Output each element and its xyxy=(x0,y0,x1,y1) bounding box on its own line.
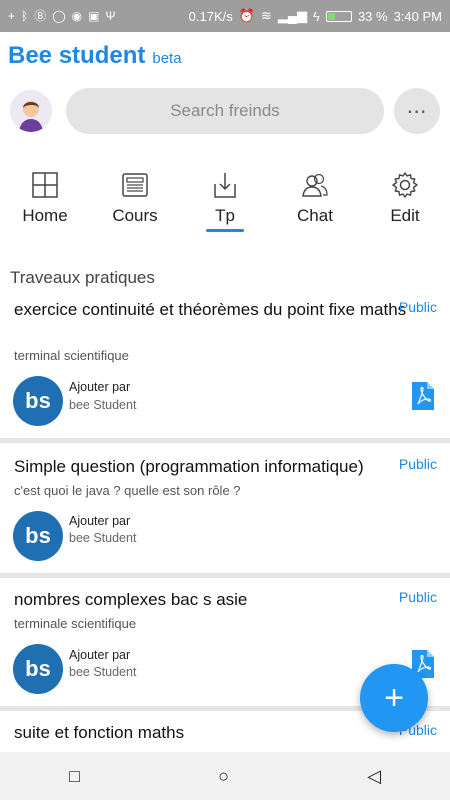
visibility-label: Public xyxy=(398,299,437,315)
grid-icon xyxy=(32,172,58,198)
card-title: nombres complexes bac s asie xyxy=(14,590,248,609)
tab-home-label: Home xyxy=(22,206,68,225)
back-button[interactable]: ◁ xyxy=(367,766,381,787)
more-options-button[interactable]: ⋯ xyxy=(394,88,440,134)
added-by-label: Ajouter par xyxy=(69,514,131,528)
battery-percent: 33 % xyxy=(357,8,388,24)
logo-text: bs xyxy=(25,656,51,681)
people-icon xyxy=(302,173,328,197)
tab-tp-label: Tp xyxy=(215,206,235,225)
usb-icon: Ψ xyxy=(105,9,116,23)
visibility-label: Public xyxy=(398,456,437,472)
download-tray-icon xyxy=(214,173,236,198)
list-item[interactable]: Simple question (programmation informati… xyxy=(0,443,450,573)
tab-edit[interactable]: Edit xyxy=(360,170,450,240)
status-right: 0.17K/s ⏰ ≋ ▂▄▆ ϟ 33 % 3:40 PM xyxy=(189,8,442,24)
card-subtitle: terminale scientifique xyxy=(14,616,137,631)
system-nav-bar: □ ○ ◁ xyxy=(0,752,450,800)
card-title: suite et fonction maths xyxy=(14,723,185,742)
gear-icon xyxy=(392,172,418,198)
tab-chat-label: Chat xyxy=(297,206,333,225)
added-by-label: Ajouter par xyxy=(69,648,131,662)
logo-text: bs xyxy=(25,523,51,548)
battery-icon xyxy=(325,10,352,22)
tab-home[interactable]: Home xyxy=(0,170,90,240)
tab-cours[interactable]: Cours xyxy=(90,170,180,240)
author-name: bee Student xyxy=(69,398,137,412)
b-circle-icon: Ⓑ xyxy=(34,9,47,23)
plus-icon: + xyxy=(384,678,404,717)
network-speed: 0.17K/s xyxy=(188,8,233,24)
author-name: bee Student xyxy=(69,665,137,679)
app-title: Bee student xyxy=(8,42,146,69)
active-tab-indicator xyxy=(206,229,244,232)
search-placeholder: Search freinds xyxy=(170,101,280,120)
bluetooth-icon: ᛒ xyxy=(21,9,29,23)
author-name: bee Student xyxy=(69,531,137,545)
status-bar: + ᛒ Ⓑ ◯ ◉ ▣ Ψ 0.17K/s ⏰ ≋ ▂▄▆ ϟ 33 % 3:4… xyxy=(0,0,450,32)
home-button[interactable]: ○ xyxy=(218,766,229,787)
newspaper-icon xyxy=(122,173,148,197)
visibility-label: Public xyxy=(398,589,437,605)
tab-chat[interactable]: Chat xyxy=(270,170,360,240)
tab-cours-label: Cours xyxy=(112,206,158,225)
pdf-file-icon[interactable] xyxy=(412,382,434,410)
plus-icon: + xyxy=(8,9,16,23)
chat-bubble-icon: ◯ xyxy=(52,9,66,23)
author-logo: bs xyxy=(13,376,63,426)
more-icon: ⋯ xyxy=(406,100,428,123)
alarm-icon: ⏰ xyxy=(238,8,255,23)
charging-icon: ϟ xyxy=(313,8,320,24)
author-logo: bs xyxy=(13,644,63,694)
tab-bar: Home Cours Tp Chat Edit xyxy=(0,170,450,240)
screenshot-icon: ▣ xyxy=(88,9,100,23)
card-title: Simple question (programmation informati… xyxy=(14,457,364,476)
clock: 3:40 PM xyxy=(393,8,442,24)
search-input[interactable]: Search freinds xyxy=(66,88,384,134)
status-left-icons: + ᛒ Ⓑ ◯ ◉ ▣ Ψ xyxy=(8,10,116,22)
card-subtitle: terminal scientifique xyxy=(14,348,129,363)
add-button[interactable]: + xyxy=(360,664,428,732)
section-title: Traveaux pratiques xyxy=(10,268,155,287)
whatsapp-icon: ◉ xyxy=(71,9,83,23)
app-header: Bee student beta xyxy=(8,42,182,70)
card-title: exercice continuité et théorèmes du poin… xyxy=(14,300,407,319)
tab-edit-label: Edit xyxy=(390,206,420,225)
author-logo: bs xyxy=(13,511,63,561)
recent-apps-button[interactable]: □ xyxy=(69,766,80,787)
signal-icon: ▂▄▆ xyxy=(277,8,308,23)
wifi-icon: ≋ xyxy=(260,8,272,23)
avatar[interactable] xyxy=(10,90,52,132)
beta-badge: beta xyxy=(152,50,182,67)
user-avatar-icon xyxy=(10,90,52,132)
tab-tp[interactable]: Tp xyxy=(180,170,270,240)
logo-text: bs xyxy=(25,388,51,413)
card-subtitle: c'est quoi le java ? quelle est son rôle… xyxy=(14,483,241,498)
list-item[interactable]: exercice continuité et théorèmes du poin… xyxy=(0,292,450,438)
added-by-label: Ajouter par xyxy=(69,380,131,394)
